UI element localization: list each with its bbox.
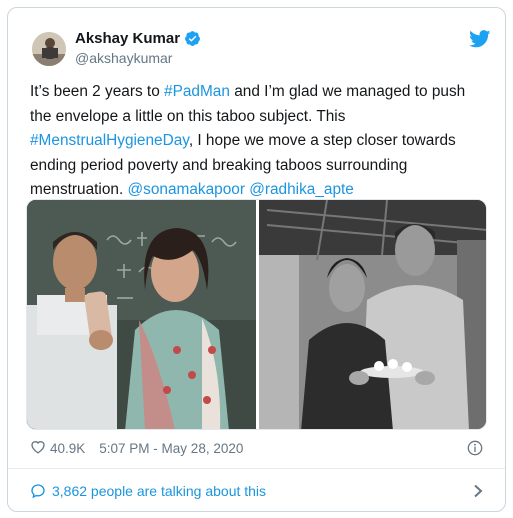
tweet-text-segment: ending period poverty and breaking taboo… bbox=[30, 156, 408, 174]
tweet-text-segment: menstruation. bbox=[30, 181, 128, 198]
tweet-text-line: ending period poverty and breaking taboo… bbox=[30, 154, 490, 179]
tweet-card[interactable]: Akshay Kumar @akshaykumar It’s been 2 ye… bbox=[7, 7, 506, 512]
talking-about-text[interactable]: 3,862 people are talking about this bbox=[52, 483, 266, 499]
tweet-text-line: #MenstrualHygieneDay, I hope we move a s… bbox=[30, 129, 490, 154]
photo-padman-classroom bbox=[27, 200, 256, 429]
author-avatar[interactable] bbox=[32, 32, 66, 66]
tweet-text-segment: It’s been 2 years to bbox=[30, 83, 165, 100]
hashtag-link[interactable]: #MenstrualHygieneDay bbox=[30, 132, 189, 149]
author-handle[interactable]: @akshaykumar bbox=[75, 50, 172, 66]
like-count[interactable]: 40.9K bbox=[50, 441, 85, 456]
hashtag-link[interactable]: #PadMan bbox=[164, 83, 230, 100]
twitter-bird-icon[interactable] bbox=[469, 30, 491, 48]
tweet-text-line: the envelope a little on this taboo subj… bbox=[30, 105, 490, 130]
tweet-text-segment: the envelope a little on this taboo subj… bbox=[30, 107, 346, 125]
heart-icon[interactable] bbox=[30, 439, 46, 457]
tweet-timestamp[interactable]: 5:07 PM - May 28, 2020 bbox=[99, 441, 243, 456]
tweet-text-segment: and I’m glad we managed to push bbox=[229, 83, 466, 100]
author-name[interactable]: Akshay Kumar bbox=[75, 30, 180, 47]
chevron-right-icon[interactable] bbox=[473, 484, 483, 498]
tweet-text-segment: , I hope we move a step closer towards bbox=[188, 132, 456, 149]
verified-badge-icon bbox=[184, 30, 201, 47]
photo-padman-bw bbox=[259, 200, 486, 429]
mention-link[interactable]: @radhika_apte bbox=[249, 181, 354, 198]
info-icon[interactable] bbox=[467, 440, 483, 456]
mention-link[interactable]: @sonamakapoor bbox=[128, 181, 245, 198]
tweet-text: It’s been 2 years to #PadMan and I’m gla… bbox=[30, 80, 490, 203]
talking-about-link[interactable]: 3,862 people are talking about this bbox=[8, 469, 505, 511]
comment-bubble-icon bbox=[30, 483, 46, 499]
tweet-text-line: It’s been 2 years to #PadMan and I’m gla… bbox=[30, 80, 490, 105]
tweet-media[interactable] bbox=[26, 199, 487, 430]
